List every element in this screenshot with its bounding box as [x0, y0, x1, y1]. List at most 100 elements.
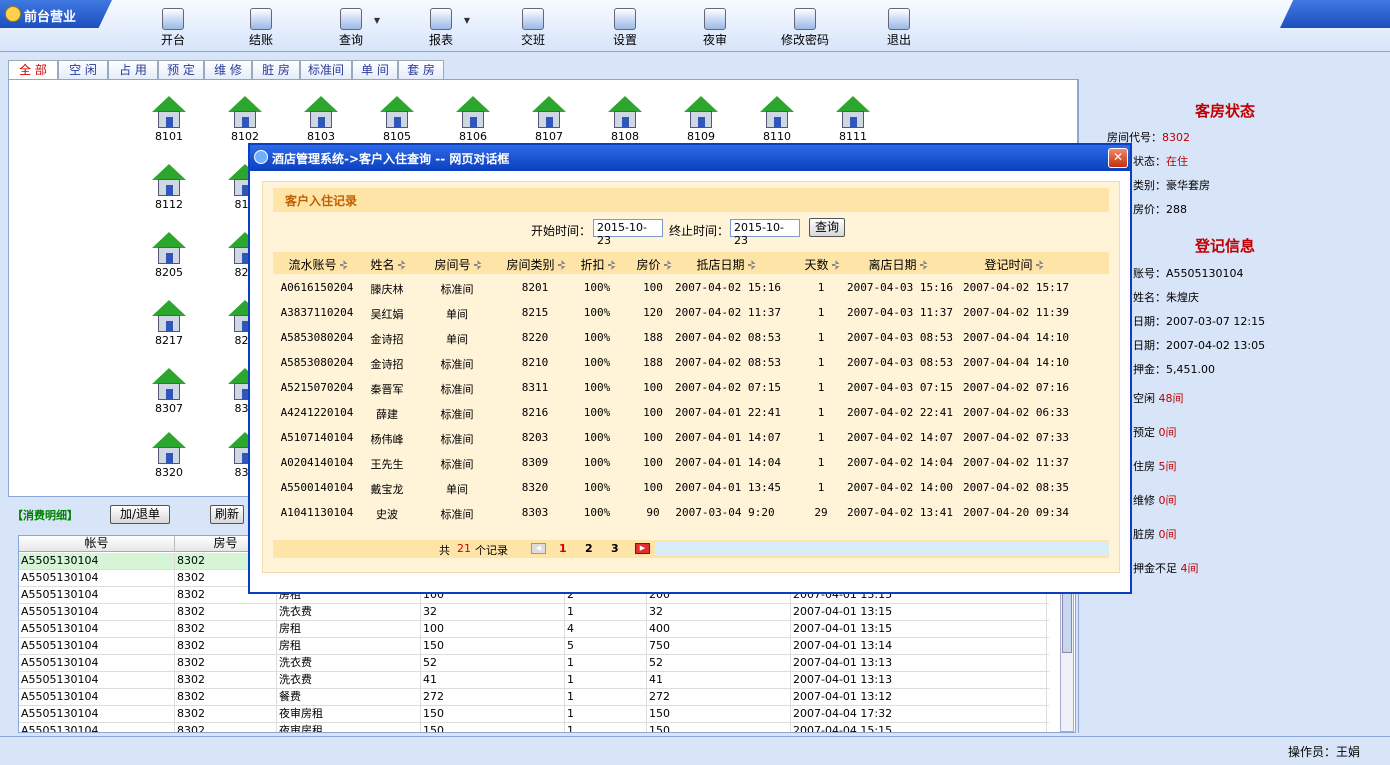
toolbar-button-0[interactable]: 开台: [138, 8, 208, 48]
toolbar-button-4[interactable]: 交班: [498, 8, 568, 48]
table-cell: 2007-04-02 11:37: [963, 456, 1069, 469]
grid-cell: A5505130104: [19, 706, 175, 723]
filter-tab-8[interactable]: 套 房: [398, 60, 444, 79]
page-link-3[interactable]: 3: [611, 542, 619, 555]
house-icon: [152, 164, 186, 198]
room-tile[interactable]: 8110: [755, 96, 799, 143]
table-cell: 标准间: [440, 433, 474, 446]
grid-cell: 2007-04-01 13:14: [791, 638, 1047, 655]
table-row[interactable]: A5505130104 8302 餐费 272 1 272 2007-04-01 13:12: [19, 689, 1049, 706]
page-link-2[interactable]: 2: [585, 542, 593, 555]
room-tile[interactable]: 8109: [679, 96, 723, 143]
column-header[interactable]: 房间号: [426, 256, 490, 273]
table-row[interactable]: A5500140104 戴宝龙 单间 8320 100% 100 2007-04-01 13…: [273, 475, 1109, 500]
add-refund-button[interactable]: 加/退单: [110, 505, 170, 524]
toolbar-button-8[interactable]: 退出: [864, 8, 934, 48]
checkin-query-dialog: 酒店管理系统->客户入住查询 -- 网页对话框 ✕ 客户入住记录 开始时间： 2…: [248, 143, 1132, 594]
room-tile[interactable]: 8101: [147, 96, 191, 143]
filter-tab-1[interactable]: 空 闲: [58, 60, 108, 79]
grid-scrollbar[interactable]: [1060, 582, 1074, 732]
toolbar-label: 查询: [338, 33, 363, 47]
scrollbar-thumb[interactable]: [1062, 593, 1072, 653]
table-row[interactable]: A5505130104 8302 洗衣费 52 1 52 2007-04-01 13:13: [19, 655, 1049, 672]
toolbar-button-6[interactable]: 夜审: [680, 8, 750, 48]
page-link-1[interactable]: 1: [559, 542, 567, 555]
filter-tab-0[interactable]: 全 部: [8, 60, 58, 79]
column-header[interactable]: 流水账号: [271, 256, 365, 273]
toolbar-button-5[interactable]: 设置: [590, 8, 660, 48]
room-tile[interactable]: 8111: [831, 96, 875, 143]
table-cell: 单间: [446, 483, 468, 496]
table-row[interactable]: A5107140104 杨伟峰 标准间 8203 100% 100 2007-04-01 1…: [273, 425, 1109, 450]
room-tile[interactable]: 8108: [603, 96, 647, 143]
table-row[interactable]: A5853080204 金诗招 标准间 8210 100% 188 2007-04-02 0…: [273, 350, 1109, 375]
table-row[interactable]: A5505130104 8302 夜审房租 150 1 150 2007-04-04 15:…: [19, 723, 1049, 732]
pager-total: 21: [457, 542, 471, 555]
table-row[interactable]: A3837110204 吴红娟 单间 8215 100% 120 2007-04-02 11…: [273, 300, 1109, 325]
table-cell: 8201: [521, 281, 549, 294]
filter-tab-2[interactable]: 占 用: [108, 60, 158, 79]
start-time-input[interactable]: 2015-10-23: [593, 219, 663, 247]
column-header[interactable]: 登记时间: [957, 256, 1071, 273]
room-tile[interactable]: 8106: [451, 96, 495, 143]
room-number: 8102: [231, 130, 259, 143]
room-tile[interactable]: 8105: [375, 96, 419, 143]
column-header[interactable]: 折扣: [569, 256, 627, 273]
filter-tab-3[interactable]: 预 定: [158, 60, 204, 79]
toolbar-button-7[interactable]: 修改密码: [770, 8, 840, 48]
end-time-input[interactable]: 2015-10-23: [730, 219, 800, 247]
table-row[interactable]: A0616150204 滕庆林 标准间 8201 100% 100 2007-04-02 1…: [273, 275, 1109, 300]
room-tile[interactable]: 8107: [527, 96, 571, 143]
table-cell: 单间: [446, 333, 468, 346]
room-tile[interactable]: 8205: [147, 232, 191, 279]
column-header[interactable]: 抵店日期: [669, 256, 783, 273]
column-header[interactable]: 姓名: [356, 256, 420, 273]
room-tile[interactable]: 8103: [299, 96, 343, 143]
stat-label: 维修: [1133, 494, 1155, 507]
close-button[interactable]: ✕: [1108, 148, 1128, 168]
table-cell: 100%: [583, 506, 611, 519]
room-number: 8101: [155, 130, 183, 143]
table-row[interactable]: A0204140104 王先生 标准间 8309 100% 100 2007-04-01 1…: [273, 450, 1109, 475]
table-row[interactable]: A5505130104 8302 夜审房租 150 1 150 2007-04-04 17:…: [19, 706, 1049, 723]
house-roof: [836, 96, 870, 112]
refresh-button[interactable]: 刷新: [210, 505, 244, 524]
room-tile[interactable]: 8217: [147, 300, 191, 347]
filter-tab-4[interactable]: 维 修: [204, 60, 252, 79]
toolbar-button-3[interactable]: 报表 ▼: [406, 8, 476, 48]
table-row[interactable]: A1041130104 史波 标准间 8303 100% 90 2007-03-04 9:2…: [273, 500, 1109, 525]
next-page-button[interactable]: ▶: [635, 543, 650, 554]
house-roof: [684, 96, 718, 112]
table-cell: A0204140104: [280, 456, 354, 469]
toolbar-label: 报表: [428, 33, 453, 47]
report-icon: [430, 8, 452, 30]
table-cell: 1: [817, 481, 825, 494]
table-row[interactable]: A5505130104 8302 洗衣费 41 1 41 2007-04-01 13:13: [19, 672, 1049, 689]
room-tile[interactable]: 8307: [147, 368, 191, 415]
room-tile[interactable]: 8102: [223, 96, 267, 143]
table-cell: 2007-04-02 14:04: [847, 456, 953, 469]
filter-tab-5[interactable]: 脏 房: [252, 60, 300, 79]
table-row[interactable]: A5505130104 8302 房租 150 5 750 2007-04-01 13:14: [19, 638, 1049, 655]
prev-page-button[interactable]: ◀: [531, 543, 546, 554]
toolbar-button-1[interactable]: 结账: [226, 8, 296, 48]
table-row[interactable]: A5215070204 秦晋军 标准间 8311 100% 100 2007-04-02 0…: [273, 375, 1109, 400]
grid-cell: A5505130104: [19, 587, 175, 604]
house-icon: [380, 96, 414, 130]
column-header[interactable]: 房间类别: [494, 256, 578, 273]
filter-tab-6[interactable]: 标准间: [300, 60, 352, 79]
toolbar-button-2[interactable]: 查询 ▼: [316, 8, 386, 48]
table-row[interactable]: A5505130104 8302 房租 100 4 400 2007-04-01 13:15: [19, 621, 1049, 638]
room-tile[interactable]: 8320: [147, 432, 191, 479]
table-row[interactable]: A5505130104 8302 洗衣费 32 1 32 2007-04-01 13:15: [19, 604, 1049, 621]
room-tile[interactable]: 8112: [147, 164, 191, 211]
table-row[interactable]: A4241220104 薛建 标准间 8216 100% 100 2007-04-01 22…: [273, 400, 1109, 425]
query-button[interactable]: 查询: [809, 218, 845, 237]
table-cell: 100%: [583, 481, 611, 494]
filter-tab-7[interactable]: 单 间: [352, 60, 398, 79]
table-cell: 2007-04-01 13:45: [675, 481, 781, 494]
house-door: [242, 117, 249, 128]
table-cell: 吴红娟: [370, 308, 404, 321]
table-row[interactable]: A5853080204 金诗招 单间 8220 100% 188 2007-04-02 08…: [273, 325, 1109, 350]
column-header[interactable]: 离店日期: [841, 256, 955, 273]
